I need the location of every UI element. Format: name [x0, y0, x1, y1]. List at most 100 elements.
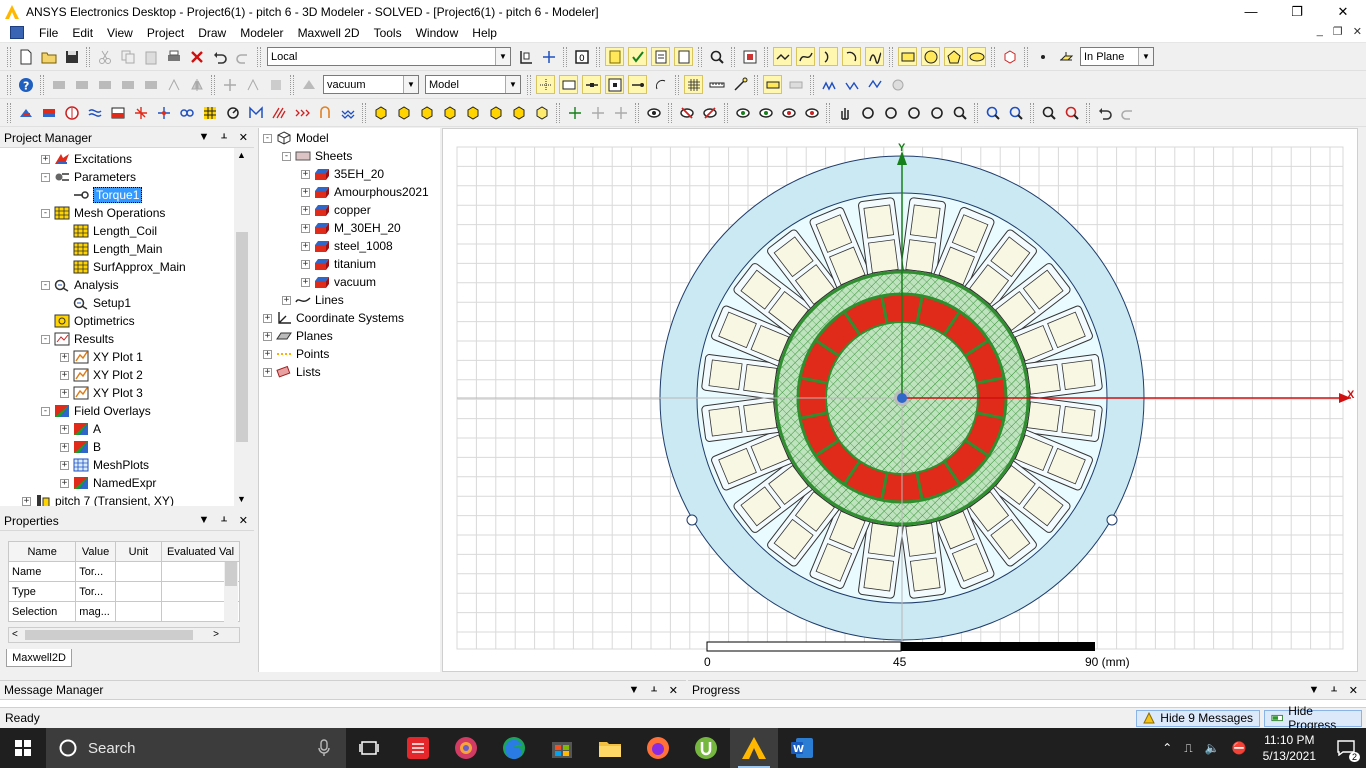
toolbar-grip[interactable] — [7, 102, 11, 123]
intersect-icon[interactable] — [95, 75, 114, 94]
clock[interactable]: 11:10 PM 5/13/2021 — [1263, 732, 1316, 764]
panel-menu-icon[interactable]: ▼ — [628, 684, 639, 697]
toolbar-grip[interactable] — [527, 74, 531, 95]
draw-arc-icon[interactable] — [819, 47, 838, 66]
toolbar-grip[interactable] — [810, 74, 814, 95]
zoom-search-icon[interactable] — [707, 47, 726, 66]
tree-item[interactable]: + pitch 7 (Transient, XY) — [22, 492, 174, 506]
toolbar-grip[interactable] — [668, 102, 672, 123]
winding-icon[interactable] — [85, 103, 104, 122]
view-undo-icon[interactable] — [1095, 103, 1114, 122]
help-icon[interactable]: ? — [16, 75, 35, 94]
draw-line-icon[interactable] — [773, 47, 792, 66]
delete-icon[interactable] — [187, 47, 206, 66]
flux-icon[interactable] — [292, 103, 311, 122]
ruler-icon[interactable] — [707, 75, 726, 94]
view-iso-icon[interactable] — [371, 103, 390, 122]
toolbar-grip[interactable] — [290, 74, 294, 95]
panel-close-icon[interactable]: ✕ — [239, 514, 248, 527]
move-icon[interactable] — [220, 75, 239, 94]
rotate-model-icon[interactable] — [927, 103, 946, 122]
draw-spline-icon[interactable] — [796, 47, 815, 66]
tree-item[interactable]: - Sheets — [282, 147, 352, 165]
menu-view[interactable]: View — [100, 26, 140, 40]
expand-icon[interactable]: + — [60, 388, 69, 398]
draw-rectangle-icon[interactable] — [898, 47, 917, 66]
toolbar-grip[interactable] — [1086, 102, 1090, 123]
tree-item[interactable]: + A — [60, 420, 101, 438]
start-button[interactable] — [0, 728, 46, 768]
scrollbar-thumb[interactable] — [236, 232, 248, 442]
view-right-icon[interactable] — [463, 103, 482, 122]
zoom-icon[interactable] — [950, 103, 969, 122]
expand-icon[interactable]: + — [60, 370, 69, 380]
youdao-icon[interactable] — [394, 728, 442, 768]
toolbar-grip[interactable] — [7, 74, 11, 95]
fit-all-icon[interactable]: 0 — [572, 47, 591, 66]
zoom-out-icon[interactable] — [1006, 103, 1025, 122]
panel-menu-icon[interactable]: ▼ — [1308, 684, 1319, 697]
mirror-icon[interactable] — [187, 75, 206, 94]
tree-item[interactable]: + Lists — [263, 363, 321, 381]
tree-item[interactable]: - Analysis — [41, 276, 119, 294]
network-icon[interactable]: ⎍ — [1184, 741, 1192, 756]
view-top-icon[interactable] — [394, 103, 413, 122]
expand-icon[interactable]: + — [301, 259, 310, 269]
expand-icon[interactable]: + — [301, 187, 310, 197]
tree-item[interactable]: + NamedExpr — [60, 474, 156, 492]
tree-item[interactable]: - Model — [263, 129, 329, 147]
hide-all-icon[interactable] — [700, 103, 719, 122]
expand-icon[interactable]: + — [263, 349, 272, 359]
tree-item[interactable]: Optimetrics — [41, 312, 135, 330]
imprint-icon[interactable] — [141, 75, 160, 94]
snap-arc-center-icon[interactable] — [651, 75, 670, 94]
column-header[interactable]: Evaluated Val — [161, 541, 240, 562]
pin-icon[interactable]: ᚆ — [221, 514, 226, 527]
unite-icon[interactable] — [49, 75, 68, 94]
menu-tools[interactable]: Tools — [367, 26, 409, 40]
property-value[interactable]: Tor... — [75, 581, 116, 602]
model-type-select[interactable]: Model ▼ — [425, 75, 521, 94]
table-row[interactable]: Name Tor... — [7, 561, 240, 582]
toolbar-grip[interactable] — [86, 46, 90, 67]
toolbar-grip[interactable] — [675, 74, 679, 95]
panel-close-icon[interactable]: ✕ — [669, 684, 678, 697]
firefox-icon[interactable] — [634, 728, 682, 768]
tree-item[interactable]: + M_30EH_20 — [301, 219, 401, 237]
excitation-icon[interactable] — [39, 103, 58, 122]
redo-icon[interactable] — [233, 47, 252, 66]
edge-browser-icon[interactable] — [490, 728, 538, 768]
draw-ellipse-icon[interactable] — [967, 47, 986, 66]
chevron-down-icon[interactable]: ▼ — [1138, 48, 1153, 65]
open-icon[interactable] — [39, 47, 58, 66]
draw-equation-curve-icon[interactable] — [865, 47, 884, 66]
toolbar-grip[interactable] — [991, 46, 995, 67]
snap-grid-icon[interactable] — [536, 75, 555, 94]
expand-icon[interactable]: + — [263, 313, 272, 323]
chevron-down-icon[interactable]: ▼ — [495, 48, 510, 65]
toolbar-grip[interactable] — [7, 46, 11, 67]
toolbar-grip[interactable] — [362, 102, 366, 123]
hide-icon[interactable] — [677, 103, 696, 122]
plane-mode-select[interactable]: In Plane ▼ — [1080, 47, 1154, 66]
menu-draw[interactable]: Draw — [191, 26, 233, 40]
toolbar-grip[interactable] — [1030, 102, 1034, 123]
tree-item[interactable]: + vacuum — [301, 273, 376, 291]
app-sphere-icon[interactable] — [442, 728, 490, 768]
toolbar-grip[interactable] — [556, 102, 560, 123]
mdi-close-button[interactable]: ✕ — [1353, 25, 1362, 38]
show-selected-icon[interactable] — [733, 103, 752, 122]
tree-item[interactable]: +35EH_20 — [301, 165, 384, 183]
rotate-view-icon[interactable] — [858, 103, 877, 122]
force-icon[interactable] — [154, 103, 173, 122]
scrollbar-thumb[interactable] — [225, 562, 237, 586]
scroll-right-icon[interactable]: > — [213, 629, 219, 640]
task-view-icon[interactable] — [346, 728, 394, 768]
tree-item[interactable]: + Points — [263, 345, 329, 363]
toolbar-grip[interactable] — [635, 102, 639, 123]
tree-item[interactable]: + MeshPlots — [60, 456, 149, 474]
expand-icon[interactable]: + — [263, 367, 272, 377]
scroll-down-icon[interactable]: ▼ — [237, 494, 246, 504]
menu-maxwell-2d[interactable]: Maxwell 2D — [291, 26, 367, 40]
select-vertex-icon[interactable] — [565, 103, 584, 122]
